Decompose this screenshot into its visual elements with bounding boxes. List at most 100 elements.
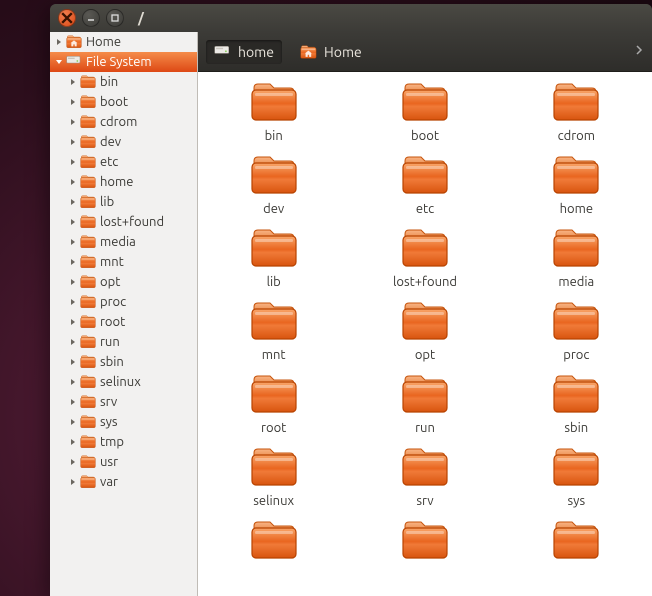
folder-icon [552, 447, 600, 490]
sidebar-item-root[interactable]: root [50, 312, 197, 332]
tree-expander-icon[interactable] [54, 37, 64, 47]
folder-item-root[interactable]: root [198, 374, 349, 435]
sidebar-place-file-system[interactable]: File System [50, 52, 197, 72]
folder-label: srv [416, 494, 433, 508]
folder-icon [80, 355, 96, 369]
tree-expander-icon[interactable] [68, 377, 78, 387]
tree-expander-icon[interactable] [68, 317, 78, 327]
folder-item-bin[interactable]: bin [198, 82, 349, 143]
sidebar-item-boot[interactable]: boot [50, 92, 197, 112]
tree-expander-icon[interactable] [68, 257, 78, 267]
tree-expander-icon[interactable] [68, 237, 78, 247]
folder-item-sys[interactable]: sys [501, 447, 652, 508]
tree-label: lost+found [100, 215, 164, 229]
folder-item-sbin[interactable]: sbin [501, 374, 652, 435]
folder-icon [80, 395, 96, 409]
tree-expander-icon[interactable] [68, 397, 78, 407]
sidebar-item-dev[interactable]: dev [50, 132, 197, 152]
sidebar-item-media[interactable]: media [50, 232, 197, 252]
sidebar-item-bin[interactable]: bin [50, 72, 197, 92]
folder-label: home [560, 202, 593, 216]
sidebar-item-run[interactable]: run [50, 332, 197, 352]
tree-expander-icon[interactable] [68, 357, 78, 367]
folder-item-srv[interactable]: srv [349, 447, 500, 508]
sidebar-item-home[interactable]: home [50, 172, 197, 192]
folder-item-partial[interactable] [501, 520, 652, 563]
folder-item-cdrom[interactable]: cdrom [501, 82, 652, 143]
folder-icon [80, 95, 96, 109]
folder-item-run[interactable]: run [349, 374, 500, 435]
tree-expander-icon[interactable] [68, 117, 78, 127]
pathbar-overflow-icon[interactable] [634, 43, 644, 60]
folder-icon [80, 195, 96, 209]
breadcrumb-home[interactable]: home [206, 40, 282, 64]
tree-label: bin [100, 75, 118, 89]
folder-item-lostplusfound[interactable]: lost+found [349, 228, 500, 289]
sidebar-item-tmp[interactable]: tmp [50, 432, 197, 452]
tree-expander-icon[interactable] [68, 277, 78, 287]
tree-label: cdrom [100, 115, 137, 129]
folder-icon [552, 82, 600, 125]
breadcrumb-label: Home [324, 44, 362, 60]
titlebar[interactable]: / [50, 4, 652, 32]
folder-item-lib[interactable]: lib [198, 228, 349, 289]
sidebar-item-lib[interactable]: lib [50, 192, 197, 212]
breadcrumb-home[interactable]: Home [292, 40, 370, 64]
folder-item-media[interactable]: media [501, 228, 652, 289]
folder-item-partial[interactable] [349, 520, 500, 563]
window-minimize-button[interactable] [82, 9, 100, 27]
tree-expander-icon[interactable] [68, 437, 78, 447]
tree-expander-icon[interactable] [68, 457, 78, 467]
folder-item-home[interactable]: home [501, 155, 652, 216]
tree-expander-icon[interactable] [68, 177, 78, 187]
tree-label: opt [100, 275, 120, 289]
folder-item-opt[interactable]: opt [349, 301, 500, 362]
tree-expander-icon[interactable] [68, 77, 78, 87]
tree-label: sys [100, 415, 118, 429]
icon-grid[interactable]: binbootcdrom dev etc home liblost+foundmedia… [198, 72, 652, 596]
folder-label: etc [416, 202, 434, 216]
sidebar-item-srv[interactable]: srv [50, 392, 197, 412]
folder-icon [80, 295, 96, 309]
window-close-button[interactable] [58, 9, 76, 27]
tree-expander-icon[interactable] [68, 157, 78, 167]
folder-item-partial[interactable] [198, 520, 349, 563]
folder-icon [552, 374, 600, 417]
sidebar-item-etc[interactable]: etc [50, 152, 197, 172]
tree-label: boot [100, 95, 128, 109]
tree-expander-icon[interactable] [54, 57, 64, 67]
folder-item-dev[interactable]: dev [198, 155, 349, 216]
sidebar-item-lostplusfound[interactable]: lost+found [50, 212, 197, 232]
folder-item-mnt[interactable]: mnt [198, 301, 349, 362]
sidebar-item-sys[interactable]: sys [50, 412, 197, 432]
sidebar-item-mnt[interactable]: mnt [50, 252, 197, 272]
sidebar-item-cdrom[interactable]: cdrom [50, 112, 197, 132]
folder-item-proc[interactable]: proc [501, 301, 652, 362]
tree-expander-icon[interactable] [68, 417, 78, 427]
sidebar-item-sbin[interactable]: sbin [50, 352, 197, 372]
tree-expander-icon[interactable] [68, 337, 78, 347]
window-maximize-button[interactable] [106, 9, 124, 27]
folder-item-boot[interactable]: boot [349, 82, 500, 143]
folder-icon [80, 215, 96, 229]
sidebar-item-usr[interactable]: usr [50, 452, 197, 472]
folder-item-etc[interactable]: etc [349, 155, 500, 216]
folder-icon [401, 374, 449, 417]
sidebar-place-home[interactable]: Home [50, 32, 197, 52]
tree-label: root [100, 315, 125, 329]
sidebar-item-proc[interactable]: proc [50, 292, 197, 312]
tree-expander-icon[interactable] [68, 97, 78, 107]
tree-label: var [100, 475, 118, 489]
sidebar-item-var[interactable]: var [50, 472, 197, 492]
tree-expander-icon[interactable] [68, 137, 78, 147]
tree-expander-icon[interactable] [68, 477, 78, 487]
tree-label: proc [100, 295, 126, 309]
folder-item-selinux[interactable]: selinux [198, 447, 349, 508]
tree-expander-icon[interactable] [68, 297, 78, 307]
sidebar-item-opt[interactable]: opt [50, 272, 197, 292]
sidebar-item-selinux[interactable]: selinux [50, 372, 197, 392]
tree-expander-icon[interactable] [68, 197, 78, 207]
tree-expander-icon[interactable] [68, 217, 78, 227]
folder-icon [80, 235, 96, 249]
sidebar-tree[interactable]: HomeFile System bin boot cdrom devetchomelib… [50, 32, 198, 596]
